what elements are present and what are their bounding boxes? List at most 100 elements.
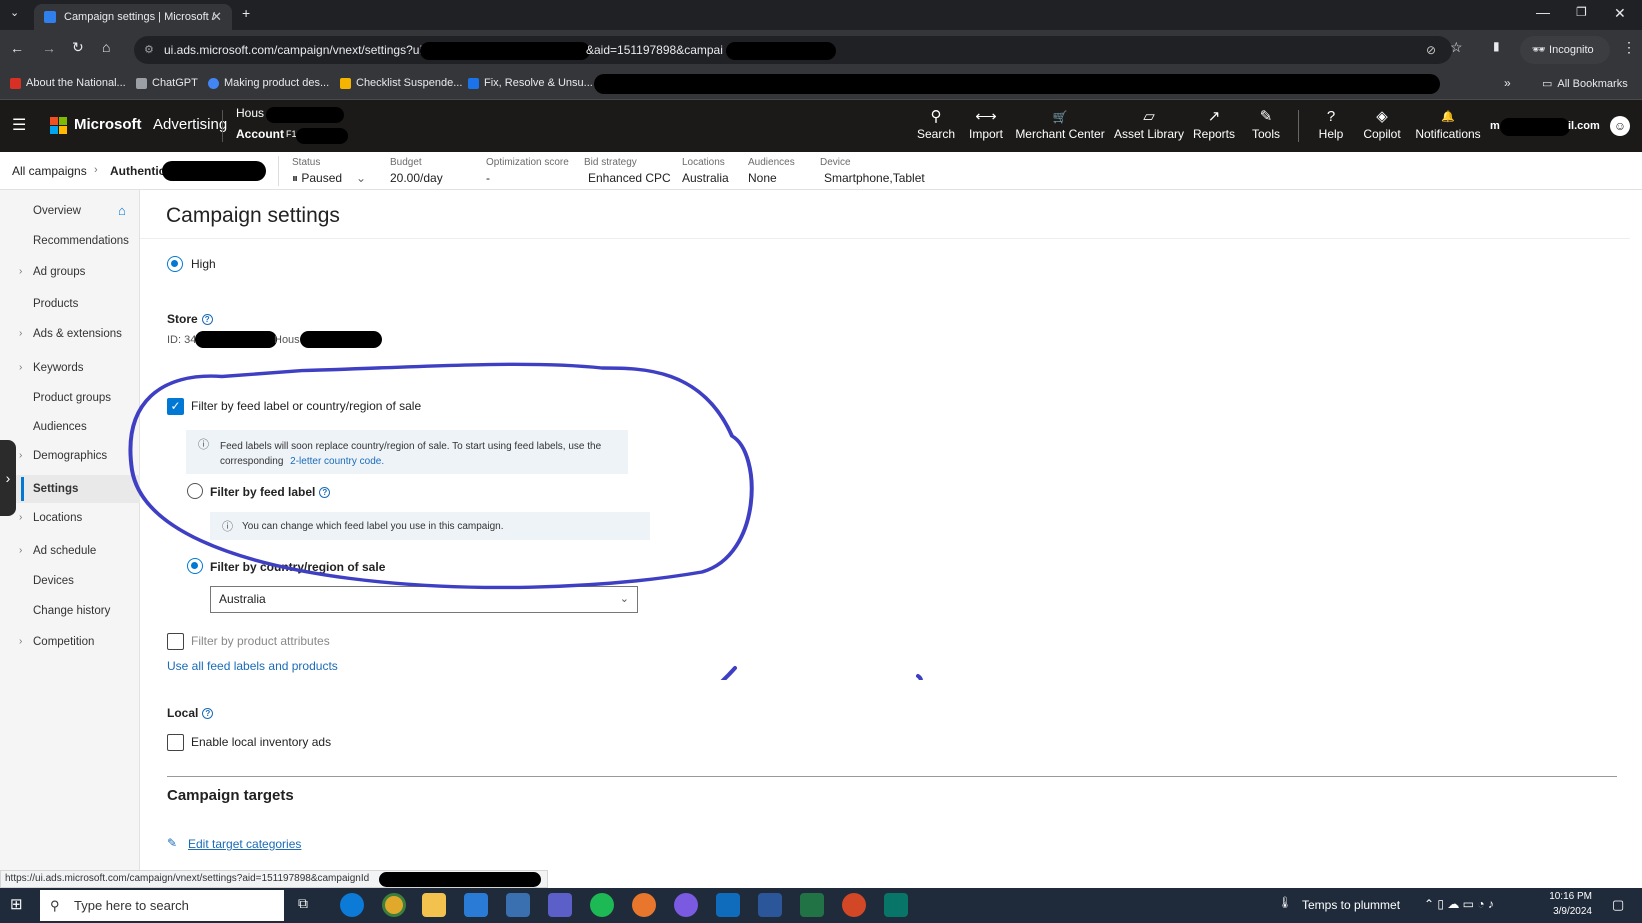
publisher-icon[interactable]	[884, 893, 908, 917]
nav-tools[interactable]: ✎ Tools	[1246, 107, 1286, 141]
microsoft-logo-icon	[50, 117, 67, 134]
chevron-right-icon: ›	[19, 266, 23, 277]
back-icon[interactable]: ←	[10, 40, 24, 56]
asset-library-icon: ▱	[1143, 108, 1155, 125]
more-bookmarks-icon[interactable]: »	[1504, 76, 1511, 90]
chevron-right-icon: ›	[19, 545, 23, 556]
url-part-2: &aid=151197898&campai	[586, 43, 723, 57]
store-name: Hous	[274, 334, 300, 346]
side-panel-icon[interactable]: ▮	[1493, 39, 1500, 53]
bookmark-favicon-icon	[136, 77, 147, 89]
calculator-icon[interactable]	[506, 893, 530, 917]
audiences-field[interactable]: Audiences None	[748, 157, 795, 185]
chevron-right-icon: ›	[19, 362, 23, 373]
excel-icon[interactable]	[800, 893, 824, 917]
restore-icon[interactable]: ❐	[1576, 5, 1587, 19]
help-circle-icon[interactable]: ?	[201, 314, 213, 326]
sidebar-item-recommendations[interactable]: Recommendations	[0, 227, 140, 255]
nav-copilot[interactable]: ◈ Copilot	[1360, 107, 1404, 141]
breadcrumb-all-campaigns[interactable]: All campaigns	[12, 164, 87, 178]
sidebar-item-products[interactable]: Products	[0, 290, 140, 318]
sidebar-item-overview[interactable]: Overview ⌂	[0, 197, 140, 225]
clock-date[interactable]: 3/9/2024	[1548, 906, 1592, 917]
bookmark-item[interactable]: About the National...	[10, 77, 126, 89]
new-tab-icon[interactable]: +	[242, 5, 250, 21]
site-info-icon[interactable]: ⚙	[144, 36, 154, 64]
account-switcher[interactable]: Hous Account F1	[236, 106, 366, 148]
pause-icon: ⏸	[292, 171, 302, 185]
tab-search-icon[interactable]: ⌄	[10, 6, 19, 19]
all-bookmarks[interactable]: ▭ All Bookmarks	[1542, 77, 1628, 91]
home-icon[interactable]: ⌂	[102, 39, 110, 55]
forward-icon[interactable]: →	[42, 40, 56, 56]
nav-notifications[interactable]: 🔔 Notifications	[1412, 107, 1484, 141]
outlook-icon[interactable]	[716, 893, 740, 917]
file-explorer-icon[interactable]	[422, 893, 446, 917]
menu-kebab-icon[interactable]: ⋮	[1622, 39, 1636, 56]
weather-text[interactable]: Temps to plummet	[1302, 898, 1400, 912]
hamburger-menu-icon[interactable]: ☰	[12, 115, 26, 135]
redaction	[379, 872, 541, 887]
bid-strategy-field[interactable]: Bid strategy Enhanced CPC	[584, 157, 671, 185]
teams-icon[interactable]	[548, 893, 572, 917]
collapse-sidebar-button[interactable]: ›	[0, 440, 16, 516]
clock-time[interactable]: 10:16 PM	[1548, 891, 1592, 902]
windows-start-icon[interactable]: ⊞	[10, 895, 23, 913]
taskbar-search-box[interactable]: ⚲ Type here to search	[40, 890, 284, 921]
optimization-score-field[interactable]: Optimization score -	[486, 157, 569, 185]
incognito-badge[interactable]: 🕶 Incognito	[1520, 36, 1610, 64]
settings-content: Campaign settings High Store? ID: 34 Hou…	[128, 190, 1630, 888]
sidebar-item-ads-extensions[interactable]: › Ads & extensions	[0, 320, 140, 348]
url-field[interactable]: ⚙ ui.ads.microsoft.com/campaign/vnext/se…	[134, 36, 1452, 64]
window-close-icon[interactable]: ✕	[1614, 5, 1626, 22]
bookmark-item[interactable]: Fix, Resolve & Unsu...	[468, 77, 593, 89]
campaign-summary-bar: All campaigns › Authentic Status ⏸ Paused…	[0, 152, 1642, 190]
task-view-icon[interactable]: ⧉	[298, 895, 308, 912]
status-field[interactable]: Status ⏸ Paused ⌄	[292, 157, 366, 186]
bookmark-favicon-icon	[468, 77, 479, 89]
nav-merchant-center[interactable]: 🛒 Merchant Center	[1014, 107, 1106, 141]
sidebar-item-ad-groups[interactable]: › Ad groups	[0, 258, 140, 286]
bookmark-favicon-icon	[208, 77, 219, 89]
reload-icon[interactable]: ↻	[72, 39, 84, 56]
address-bar-row: ← → ↻ ⌂ ⚙ ui.ads.microsoft.com/campaign/…	[0, 30, 1642, 70]
store-icon[interactable]	[464, 893, 488, 917]
user-account[interactable]: m il.com ☺	[1488, 116, 1630, 136]
edit-target-categories-link[interactable]: Edit target categories	[188, 837, 301, 851]
powerpoint-icon[interactable]	[842, 893, 866, 917]
minimize-icon[interactable]: —	[1536, 4, 1550, 20]
device-field[interactable]: Device Smartphone,Tablet	[820, 157, 925, 185]
nav-reports[interactable]: ↗ Reports	[1192, 107, 1236, 141]
browser-tab-active[interactable]: Campaign settings | Microsoft / ✕	[34, 4, 232, 30]
priority-high-radio[interactable]	[167, 256, 183, 272]
spotify-icon[interactable]	[590, 893, 614, 917]
locations-field[interactable]: Locations Australia	[682, 157, 729, 185]
local-inventory-checkbox[interactable]	[167, 734, 184, 751]
bookmark-item[interactable]: Making product des...	[208, 77, 329, 89]
app-drop-icon[interactable]	[632, 893, 656, 917]
word-icon[interactable]	[758, 893, 782, 917]
bookmark-item[interactable]: ChatGPT	[136, 77, 198, 89]
help-circle-icon[interactable]: ?	[202, 708, 214, 720]
nav-import[interactable]: ⟷ Import	[966, 107, 1006, 141]
bookmark-item[interactable]: Checklist Suspende...	[340, 77, 462, 89]
redaction	[726, 42, 836, 60]
avatar[interactable]: ☺	[1610, 116, 1630, 136]
notification-center-icon[interactable]: ▢	[1612, 897, 1624, 913]
bookmark-favicon-icon	[10, 77, 21, 89]
nav-search[interactable]: ⚲ Search	[916, 107, 956, 141]
nav-help[interactable]: ? Help	[1314, 107, 1348, 141]
import-icon: ⟷	[975, 108, 997, 125]
divider	[140, 238, 1630, 239]
tab-close-icon[interactable]: ✕	[211, 9, 222, 25]
nav-asset-library[interactable]: ▱ Asset Library	[1112, 107, 1186, 141]
breadcrumb-campaign-name[interactable]: Authentic	[110, 164, 165, 178]
chrome-icon[interactable]	[382, 893, 406, 917]
star-icon[interactable]: ☆	[1450, 39, 1463, 56]
breadcrumb-chevron-icon: ›	[94, 164, 98, 176]
edge-icon[interactable]	[340, 893, 364, 917]
budget-field[interactable]: Budget 20.00/day	[390, 157, 443, 185]
discord-icon[interactable]	[674, 893, 698, 917]
eye-off-icon[interactable]: ⊘	[1426, 36, 1436, 64]
system-tray-icons[interactable]: ⌃ ▯ ☁ ▭ ◔ ♪	[1424, 897, 1494, 911]
